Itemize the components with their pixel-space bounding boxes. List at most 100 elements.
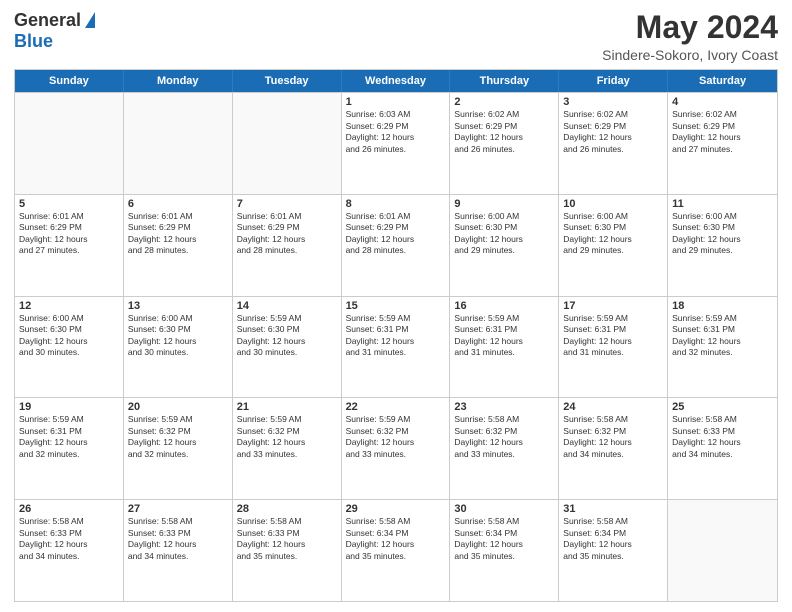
cal-cell-day-14: 14Sunrise: 5:59 AM Sunset: 6:30 PM Dayli…: [233, 297, 342, 398]
day-number: 31: [563, 503, 663, 515]
day-number: 2: [454, 96, 554, 108]
cal-cell-day-6: 6Sunrise: 6:01 AM Sunset: 6:29 PM Daylig…: [124, 195, 233, 296]
cal-cell-empty: [124, 93, 233, 194]
day-info: Sunrise: 5:59 AM Sunset: 6:32 PM Dayligh…: [346, 414, 446, 460]
day-info: Sunrise: 6:00 AM Sunset: 6:30 PM Dayligh…: [128, 313, 228, 359]
day-number: 27: [128, 503, 228, 515]
cal-header-wednesday: Wednesday: [342, 70, 451, 92]
day-info: Sunrise: 5:59 AM Sunset: 6:31 PM Dayligh…: [19, 414, 119, 460]
cal-cell-day-23: 23Sunrise: 5:58 AM Sunset: 6:32 PM Dayli…: [450, 398, 559, 499]
cal-cell-day-29: 29Sunrise: 5:58 AM Sunset: 6:34 PM Dayli…: [342, 500, 451, 601]
cal-header-saturday: Saturday: [668, 70, 777, 92]
cal-cell-day-31: 31Sunrise: 5:58 AM Sunset: 6:34 PM Dayli…: [559, 500, 668, 601]
cal-cell-day-28: 28Sunrise: 5:58 AM Sunset: 6:33 PM Dayli…: [233, 500, 342, 601]
day-number: 20: [128, 401, 228, 413]
day-info: Sunrise: 5:58 AM Sunset: 6:33 PM Dayligh…: [672, 414, 773, 460]
day-info: Sunrise: 6:01 AM Sunset: 6:29 PM Dayligh…: [346, 211, 446, 257]
cal-cell-day-20: 20Sunrise: 5:59 AM Sunset: 6:32 PM Dayli…: [124, 398, 233, 499]
cal-cell-day-3: 3Sunrise: 6:02 AM Sunset: 6:29 PM Daylig…: [559, 93, 668, 194]
day-number: 22: [346, 401, 446, 413]
day-number: 18: [672, 300, 773, 312]
day-number: 14: [237, 300, 337, 312]
day-number: 26: [19, 503, 119, 515]
day-number: 7: [237, 198, 337, 210]
day-number: 13: [128, 300, 228, 312]
day-number: 24: [563, 401, 663, 413]
cal-cell-day-18: 18Sunrise: 5:59 AM Sunset: 6:31 PM Dayli…: [668, 297, 777, 398]
page: General Blue May 2024 Sindere-Sokoro, Iv…: [0, 0, 792, 612]
header: General Blue May 2024 Sindere-Sokoro, Iv…: [14, 10, 778, 63]
cal-header-monday: Monday: [124, 70, 233, 92]
calendar: SundayMondayTuesdayWednesdayThursdayFrid…: [14, 69, 778, 602]
cal-cell-day-26: 26Sunrise: 5:58 AM Sunset: 6:33 PM Dayli…: [15, 500, 124, 601]
cal-cell-day-7: 7Sunrise: 6:01 AM Sunset: 6:29 PM Daylig…: [233, 195, 342, 296]
cal-week-2: 5 Sunrise: 6:01 AM Sunset: 6:29 PM Daylig…: [15, 194, 777, 296]
day-number: 19: [19, 401, 119, 413]
month-title: May 2024: [602, 10, 778, 45]
day-info: Sunrise: 6:02 AM Sunset: 6:29 PM Dayligh…: [454, 109, 554, 155]
cal-week-1: 1Sunrise: 6:03 AM Sunset: 6:29 PM Daylig…: [15, 92, 777, 194]
cal-header-friday: Friday: [559, 70, 668, 92]
day-info: Sunrise: 6:00 AM Sunset: 6:30 PM Dayligh…: [672, 211, 773, 257]
cal-cell-day-5: 5Sunrise: 6:01 AM Sunset: 6:29 PM Daylig…: [15, 195, 124, 296]
day-number: 17: [563, 300, 663, 312]
day-number: 6: [128, 198, 228, 210]
cal-cell-empty: [233, 93, 342, 194]
day-number: 15: [346, 300, 446, 312]
day-info: Sunrise: 5:59 AM Sunset: 6:30 PM Dayligh…: [237, 313, 337, 359]
day-number: 4: [672, 96, 773, 108]
logo-triangle-icon: [85, 12, 95, 28]
cal-cell-day-21: 21Sunrise: 5:59 AM Sunset: 6:32 PM Dayli…: [233, 398, 342, 499]
day-number: 28: [237, 503, 337, 515]
day-number: 5: [19, 198, 119, 210]
cal-cell-day-15: 15Sunrise: 5:59 AM Sunset: 6:31 PM Dayli…: [342, 297, 451, 398]
day-info: Sunrise: 5:58 AM Sunset: 6:34 PM Dayligh…: [454, 516, 554, 562]
day-info: Sunrise: 5:59 AM Sunset: 6:32 PM Dayligh…: [237, 414, 337, 460]
logo: General Blue: [14, 10, 95, 52]
cal-cell-day-10: 10Sunrise: 6:00 AM Sunset: 6:30 PM Dayli…: [559, 195, 668, 296]
cal-cell-day-1: 1Sunrise: 6:03 AM Sunset: 6:29 PM Daylig…: [342, 93, 451, 194]
day-info: Sunrise: 6:03 AM Sunset: 6:29 PM Dayligh…: [346, 109, 446, 155]
day-number: 1: [346, 96, 446, 108]
cal-week-5: 26Sunrise: 5:58 AM Sunset: 6:33 PM Dayli…: [15, 499, 777, 601]
logo-blue-text: Blue: [14, 31, 53, 52]
cal-cell-empty: [668, 500, 777, 601]
day-info: Sunrise: 6:00 AM Sunset: 6:30 PM Dayligh…: [563, 211, 663, 257]
day-number: 11: [672, 198, 773, 210]
day-number: 9: [454, 198, 554, 210]
day-number: 10: [563, 198, 663, 210]
cal-cell-day-19: 19Sunrise: 5:59 AM Sunset: 6:31 PM Dayli…: [15, 398, 124, 499]
cal-cell-day-17: 17Sunrise: 5:59 AM Sunset: 6:31 PM Dayli…: [559, 297, 668, 398]
day-info: Sunrise: 6:00 AM Sunset: 6:30 PM Dayligh…: [454, 211, 554, 257]
cal-cell-day-27: 27Sunrise: 5:58 AM Sunset: 6:33 PM Dayli…: [124, 500, 233, 601]
cal-cell-day-13: 13Sunrise: 6:00 AM Sunset: 6:30 PM Dayli…: [124, 297, 233, 398]
cal-cell-day-16: 16Sunrise: 5:59 AM Sunset: 6:31 PM Dayli…: [450, 297, 559, 398]
cal-cell-empty: [15, 93, 124, 194]
logo-general-text: General: [14, 10, 81, 31]
day-number: 30: [454, 503, 554, 515]
day-info: Sunrise: 5:58 AM Sunset: 6:34 PM Dayligh…: [563, 516, 663, 562]
cal-week-3: 12Sunrise: 6:00 AM Sunset: 6:30 PM Dayli…: [15, 296, 777, 398]
day-number: 16: [454, 300, 554, 312]
day-info: Sunrise: 6:02 AM Sunset: 6:29 PM Dayligh…: [672, 109, 773, 155]
day-info: Sunrise: 5:59 AM Sunset: 6:32 PM Dayligh…: [128, 414, 228, 460]
cal-week-4: 19Sunrise: 5:59 AM Sunset: 6:31 PM Dayli…: [15, 397, 777, 499]
cal-cell-day-24: 24Sunrise: 5:58 AM Sunset: 6:32 PM Dayli…: [559, 398, 668, 499]
day-info: Sunrise: 5:58 AM Sunset: 6:32 PM Dayligh…: [563, 414, 663, 460]
day-info: Sunrise: 6:02 AM Sunset: 6:29 PM Dayligh…: [563, 109, 663, 155]
day-info: Sunrise: 5:59 AM Sunset: 6:31 PM Dayligh…: [563, 313, 663, 359]
day-info: Sunrise: 5:58 AM Sunset: 6:33 PM Dayligh…: [19, 516, 119, 562]
day-info: Sunrise: 6:00 AM Sunset: 6:30 PM Dayligh…: [19, 313, 119, 359]
cal-cell-day-8: 8Sunrise: 6:01 AM Sunset: 6:29 PM Daylig…: [342, 195, 451, 296]
cal-header-thursday: Thursday: [450, 70, 559, 92]
cal-cell-day-4: 4Sunrise: 6:02 AM Sunset: 6:29 PM Daylig…: [668, 93, 777, 194]
day-number: 25: [672, 401, 773, 413]
day-info: Sunrise: 5:59 AM Sunset: 6:31 PM Dayligh…: [454, 313, 554, 359]
calendar-body: 1Sunrise: 6:03 AM Sunset: 6:29 PM Daylig…: [15, 92, 777, 601]
cal-cell-day-9: 9Sunrise: 6:00 AM Sunset: 6:30 PM Daylig…: [450, 195, 559, 296]
day-number: 3: [563, 96, 663, 108]
day-info: Sunrise: 5:58 AM Sunset: 6:34 PM Dayligh…: [346, 516, 446, 562]
day-info: Sunrise: 5:58 AM Sunset: 6:33 PM Dayligh…: [237, 516, 337, 562]
day-number: 23: [454, 401, 554, 413]
cal-cell-day-25: 25Sunrise: 5:58 AM Sunset: 6:33 PM Dayli…: [668, 398, 777, 499]
